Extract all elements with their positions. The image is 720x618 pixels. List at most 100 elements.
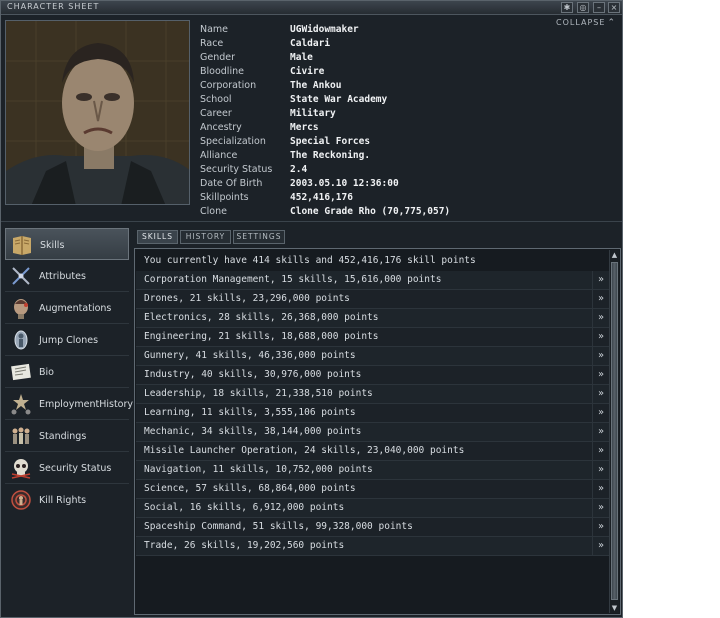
expand-icon[interactable]: » (592, 423, 609, 441)
info-value: Caldari (290, 38, 331, 49)
skill-group-label: Learning, 11 skills, 3,555,106 points (144, 407, 356, 418)
skill-group-label: Social, 16 skills, 6,912,000 points (144, 502, 345, 513)
expand-icon[interactable]: » (592, 537, 609, 555)
collapse-button[interactable]: COLLAPSE ⌃ (556, 18, 616, 28)
character-info: Name UGWidowmaker Race Caldari Gender Male … (200, 23, 450, 219)
skills-summary: You currently have 414 skills and 452,41… (144, 255, 476, 266)
close-icon[interactable]: × (608, 2, 620, 13)
expand-icon[interactable]: » (592, 290, 609, 308)
skill-group-row[interactable]: Engineering, 21 skills, 18,688,000 point… (136, 328, 609, 347)
tab-history[interactable]: HISTORY (180, 230, 231, 244)
skill-group-row[interactable]: Learning, 11 skills, 3,555,106 points » (136, 404, 609, 423)
skill-group-row[interactable]: Spaceship Command, 51 skills, 99,328,000… (136, 518, 609, 537)
skill-group-label: Engineering, 21 skills, 18,688,000 point… (144, 331, 379, 342)
scrollbar[interactable]: ▲ ▼ (609, 250, 619, 613)
chevron-up-icon: ⌃ (607, 18, 616, 28)
skill-group-row[interactable]: Gunnery, 41 skills, 46,336,000 points » (136, 347, 609, 366)
info-row-name: Name UGWidowmaker (200, 23, 450, 37)
info-value: Mercs (290, 122, 319, 133)
skill-group-label: Navigation, 11 skills, 10,752,000 points (144, 464, 373, 475)
info-row-ancestry: Ancestry Mercs (200, 121, 450, 135)
info-label: Clone (200, 206, 227, 217)
people-icon (12, 427, 30, 444)
info-label: Corporation (200, 80, 257, 91)
skill-group-label: Leadership, 18 skills, 21,338,510 points (144, 388, 373, 399)
sidebar-item-label: Standings (39, 430, 87, 442)
info-row-skillpoints: Skillpoints 452,416,176 (200, 191, 450, 205)
skill-group-row[interactable]: Corporation Management, 15 skills, 15,61… (136, 271, 609, 290)
skill-group-row[interactable]: Science, 57 skills, 68,864,000 points » (136, 480, 609, 499)
sidebar-item-jump-clones[interactable]: Jump Clones (5, 324, 129, 356)
skill-group-label: Electronics, 28 skills, 26,368,000 point… (144, 312, 379, 323)
skill-group-label: Trade, 26 skills, 19,202,560 points (144, 540, 345, 551)
sidebar-item-label: Skills (40, 239, 65, 251)
tab-skills[interactable]: SKILLS (137, 230, 178, 244)
sidebar-item-label: Augmentations (39, 302, 112, 314)
skill-group-list: Corporation Management, 15 skills, 15,61… (136, 271, 609, 556)
skill-group-label: Mechanic, 34 skills, 38,144,000 points (144, 426, 362, 437)
expand-icon[interactable]: » (592, 442, 609, 460)
expand-icon[interactable]: » (592, 347, 609, 365)
info-label: Gender (200, 52, 236, 63)
target-icon (11, 490, 31, 510)
sidebar-item-security-status[interactable]: Security Status (5, 452, 129, 484)
expand-icon[interactable]: » (592, 271, 609, 289)
minimize-icon[interactable]: – (593, 2, 605, 13)
sidebar-item-employment-history[interactable]: Employment History (5, 388, 133, 420)
sidebar-item-standings[interactable]: Standings (5, 420, 129, 452)
expand-icon[interactable]: » (592, 404, 609, 422)
sidebar-item-augmentations[interactable]: Augmentations (5, 292, 129, 324)
info-label: Skillpoints (200, 192, 249, 203)
scroll-up-icon[interactable]: ▲ (610, 250, 619, 260)
sidebar-item-kill-rights[interactable]: Kill Rights (5, 484, 129, 516)
tab-settings[interactable]: SETTINGS (233, 230, 285, 244)
info-label: Race (200, 38, 224, 49)
expand-icon[interactable]: » (592, 366, 609, 384)
expand-icon[interactable]: » (592, 518, 609, 536)
sidebar-item-bio[interactable]: Bio (5, 356, 129, 388)
info-label: Alliance (200, 150, 238, 161)
expand-icon[interactable]: » (592, 385, 609, 403)
info-row-date-of-birth: Date Of Birth 2003.05.10 12:36:00 (200, 177, 450, 191)
skill-group-row[interactable]: Trade, 26 skills, 19,202,560 points » (136, 537, 609, 556)
skill-group-row[interactable]: Leadership, 18 skills, 21,338,510 points… (136, 385, 609, 404)
skill-group-label: Corporation Management, 15 skills, 15,61… (144, 274, 442, 285)
sidebar-item-attributes[interactable]: Attributes (5, 260, 129, 292)
info-value: State War Academy (290, 94, 388, 105)
head-implant-icon (14, 299, 28, 319)
skill-group-row[interactable]: Social, 16 skills, 6,912,000 points » (136, 499, 609, 518)
expand-icon[interactable]: » (592, 480, 609, 498)
info-label: Ancestry (200, 122, 242, 133)
skill-group-label: Spaceship Command, 51 skills, 99,328,000… (144, 521, 413, 532)
circle-icon[interactable]: ◎ (577, 2, 589, 13)
skill-group-row[interactable]: Navigation, 11 skills, 10,752,000 points… (136, 461, 609, 480)
scroll-down-icon[interactable]: ▼ (610, 603, 619, 613)
gear-icon[interactable]: ✱ (561, 2, 573, 13)
info-row-clone: Clone Clone Grade Rho (70,775,057) (200, 205, 450, 219)
dna-icon (12, 267, 30, 285)
character-portrait (5, 20, 190, 205)
info-row-security-status: Security Status 2.4 (200, 163, 450, 177)
skill-group-row[interactable]: Mechanic, 34 skills, 38,144,000 points » (136, 423, 609, 442)
skill-group-row[interactable]: Industry, 40 skills, 30,976,000 points » (136, 366, 609, 385)
sidebar: Skills Attributes Augmentations Jump Clo… (5, 228, 133, 516)
skill-group-row[interactable]: Drones, 21 skills, 23,296,000 points » (136, 290, 609, 309)
info-row-school: School State War Academy (200, 93, 450, 107)
title-bar[interactable]: CHARACTER SHEET ✱ ◎ – × (1, 1, 622, 15)
expand-icon[interactable]: » (592, 309, 609, 327)
scrollbar-thumb[interactable] (611, 262, 618, 600)
skill-group-row[interactable]: Electronics, 28 skills, 26,368,000 point… (136, 309, 609, 328)
book-icon (13, 236, 31, 255)
info-row-bloodline: Bloodline Civire (200, 65, 450, 79)
corporation-link[interactable]: The Ankou (290, 79, 341, 93)
expand-icon[interactable]: » (592, 499, 609, 517)
alliance-link[interactable]: The Reckoning. (290, 149, 370, 163)
expand-icon[interactable]: » (592, 461, 609, 479)
info-label: Bloodline (200, 66, 244, 77)
sidebar-item-skills[interactable]: Skills (5, 228, 129, 260)
info-row-career: Career Military (200, 107, 450, 121)
expand-icon[interactable]: » (592, 328, 609, 346)
info-label: Security Status (200, 164, 273, 175)
medal-icon (11, 394, 31, 415)
skill-group-row[interactable]: Missile Launcher Operation, 24 skills, 2… (136, 442, 609, 461)
